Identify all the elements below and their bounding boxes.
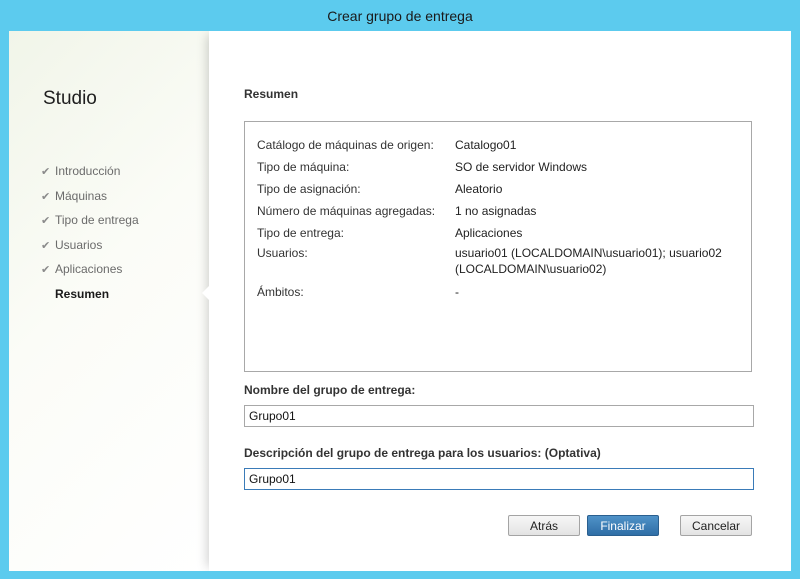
summary-panel: Catálogo de máquinas de origen: Catalogo… [244,121,752,372]
step-label: Resumen [55,286,110,301]
check-icon: ✔ [41,239,51,252]
group-description-input[interactable] [244,468,754,490]
summary-key: Tipo de máquina: [257,160,350,174]
summary-key: Número de máquinas agregadas: [257,204,436,218]
summary-value: usuario01 (LOCALDOMAIN\usuario01); usuar… [455,246,722,276]
back-button[interactable]: Atrás [508,515,580,536]
wizard-client-area: Studio ✔ Introducción ✔ Máquinas ✔ Tipo de … [9,31,791,571]
check-icon: ✔ [41,215,51,228]
summary-key: Usuarios: [257,246,308,260]
summary-key: Ámbitos: [257,285,304,299]
wizard-window: Crear grupo de entrega Studio ✔ Introducc… [0,0,800,579]
summary-key: Tipo de entrega: [257,226,344,240]
step-aplicaciones[interactable]: ✔ Aplicaciones [41,261,139,286]
summary-value: Catalogo01 [455,138,517,152]
wizard-steps: ✔ Introducción ✔ Máquinas ✔ Tipo de entrega… [41,163,139,311]
step-label: Máquinas [55,188,108,203]
summary-value: - [455,285,459,299]
step-usuarios[interactable]: ✔ Usuarios [41,237,139,262]
finish-button[interactable]: Finalizar [587,515,659,536]
summary-value: Aplicaciones [455,226,523,240]
check-icon: ✔ [41,264,51,277]
step-label: Introducción [55,164,121,178]
step-label: Aplicaciones [55,262,123,277]
summary-value: SO de servidor Windows [455,160,588,174]
summary-key: Catálogo de máquinas de origen: [257,138,434,152]
step-introduccion[interactable]: ✔ Introducción [41,163,139,188]
section-title: Resumen [244,87,299,101]
current-step-pointer [202,286,209,300]
group-description-label: Descripción del grupo de entrega para lo… [244,446,601,460]
summary-value: 1 no asignadas [455,204,537,218]
wizard-sidebar: Studio ✔ Introducción ✔ Máquinas ✔ Tipo de … [9,31,209,571]
wizard-content: Resumen Catálogo de máquinas de origen: … [202,31,791,571]
group-name-label: Nombre del grupo de entrega: [244,383,416,397]
step-label: Usuarios [55,237,103,252]
summary-value: Aleatorio [455,182,503,196]
step-resumen: Resumen [41,286,139,311]
cancel-button[interactable]: Cancelar [680,515,752,536]
window-title: Crear grupo de entrega [327,8,473,24]
group-name-input[interactable] [244,405,754,427]
step-maquinas[interactable]: ✔ Máquinas [41,188,139,213]
summary-key: Tipo de asignación: [257,182,361,196]
step-tipo-de-entrega[interactable]: ✔ Tipo de entrega [41,212,139,237]
app-title: Studio [43,88,97,109]
check-icon: ✔ [41,190,51,203]
check-icon: ✔ [41,166,51,178]
step-label: Tipo de entrega [55,213,139,228]
